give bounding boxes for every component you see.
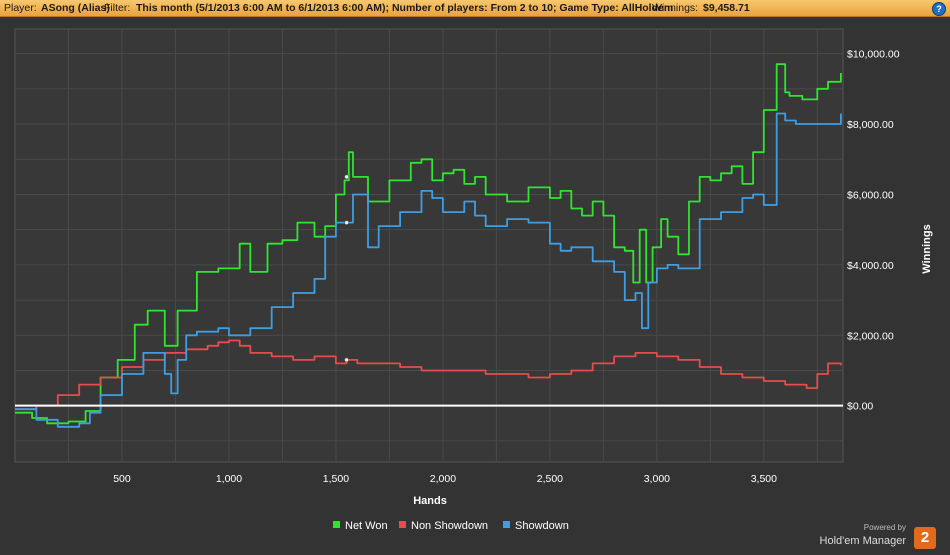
player-label: Player: <box>4 2 37 14</box>
y-tick-label: $0.00 <box>847 401 873 413</box>
x-tick-label: 3,000 <box>644 473 670 485</box>
plot-background <box>14 28 844 463</box>
x-tick-label: 2,500 <box>537 473 563 485</box>
data-point-marker <box>344 220 349 225</box>
chart-legend: Net Won Non Showdown Showdown <box>0 518 950 534</box>
legend-swatch-showdown <box>503 521 510 528</box>
y-tick-label: $8,000.00 <box>847 119 894 131</box>
chart-svg: 500 1,000 1,500 2,000 2,500 3,000 3,500 $0.00 $2… <box>14 28 933 507</box>
legend-swatch-non-showdown <box>399 521 406 528</box>
winnings-graph: 500 1,000 1,500 2,000 2,500 3,000 3,500 $0.00 $2… <box>0 17 950 555</box>
grid-layer <box>14 28 844 463</box>
y-tick-label: $10,000.00 <box>847 49 900 61</box>
player-value: ASong (Alias) <box>41 2 110 14</box>
y-tick-label: $4,000.00 <box>847 260 894 272</box>
y-tick-label: $6,000.00 <box>847 189 894 201</box>
powered-by-logo: Powered by Hold'em Manager 2 <box>820 523 944 549</box>
data-point-marker <box>344 174 349 180</box>
help-icon[interactable]: ? <box>932 2 946 16</box>
x-axis-title: Hands <box>413 495 447 507</box>
brand-name: Hold'em Manager <box>819 535 906 547</box>
legend-item-non-showdown[interactable]: Non Showdown <box>399 518 488 534</box>
filter-value: This month (5/1/2013 6:00 AM to 6/1/2013… <box>136 2 674 14</box>
legend-item-net-won[interactable]: Net Won <box>333 518 388 534</box>
x-tick-label: 1,000 <box>216 473 242 485</box>
winnings-value: $9,458.71 <box>703 2 750 14</box>
legend-label-non-showdown: Non Showdown <box>411 520 489 532</box>
winnings-label: Winnings: <box>652 2 699 14</box>
powered-by-text: Powered by <box>863 523 906 532</box>
legend-swatch-net-won <box>333 521 340 528</box>
legend-label-net-won: Net Won <box>345 520 388 532</box>
legend-item-showdown[interactable]: Showdown <box>503 518 569 534</box>
y-axis-title: Winnings <box>921 224 933 273</box>
legend-label-showdown: Showdown <box>515 520 569 532</box>
y-tick-label: $2,000.00 <box>847 330 894 342</box>
filter-label: Filter: <box>104 2 131 14</box>
data-point-marker <box>344 357 349 363</box>
filter-header-bar: Player: ASong (Alias) Filter: This month… <box>0 0 950 17</box>
x-tick-label: 500 <box>113 473 131 485</box>
x-tick-label: 1,500 <box>323 473 349 485</box>
x-tick-label: 3,500 <box>751 473 777 485</box>
hm2-logo-icon: 2 <box>914 527 936 549</box>
x-tick-label: 2,000 <box>430 473 456 485</box>
